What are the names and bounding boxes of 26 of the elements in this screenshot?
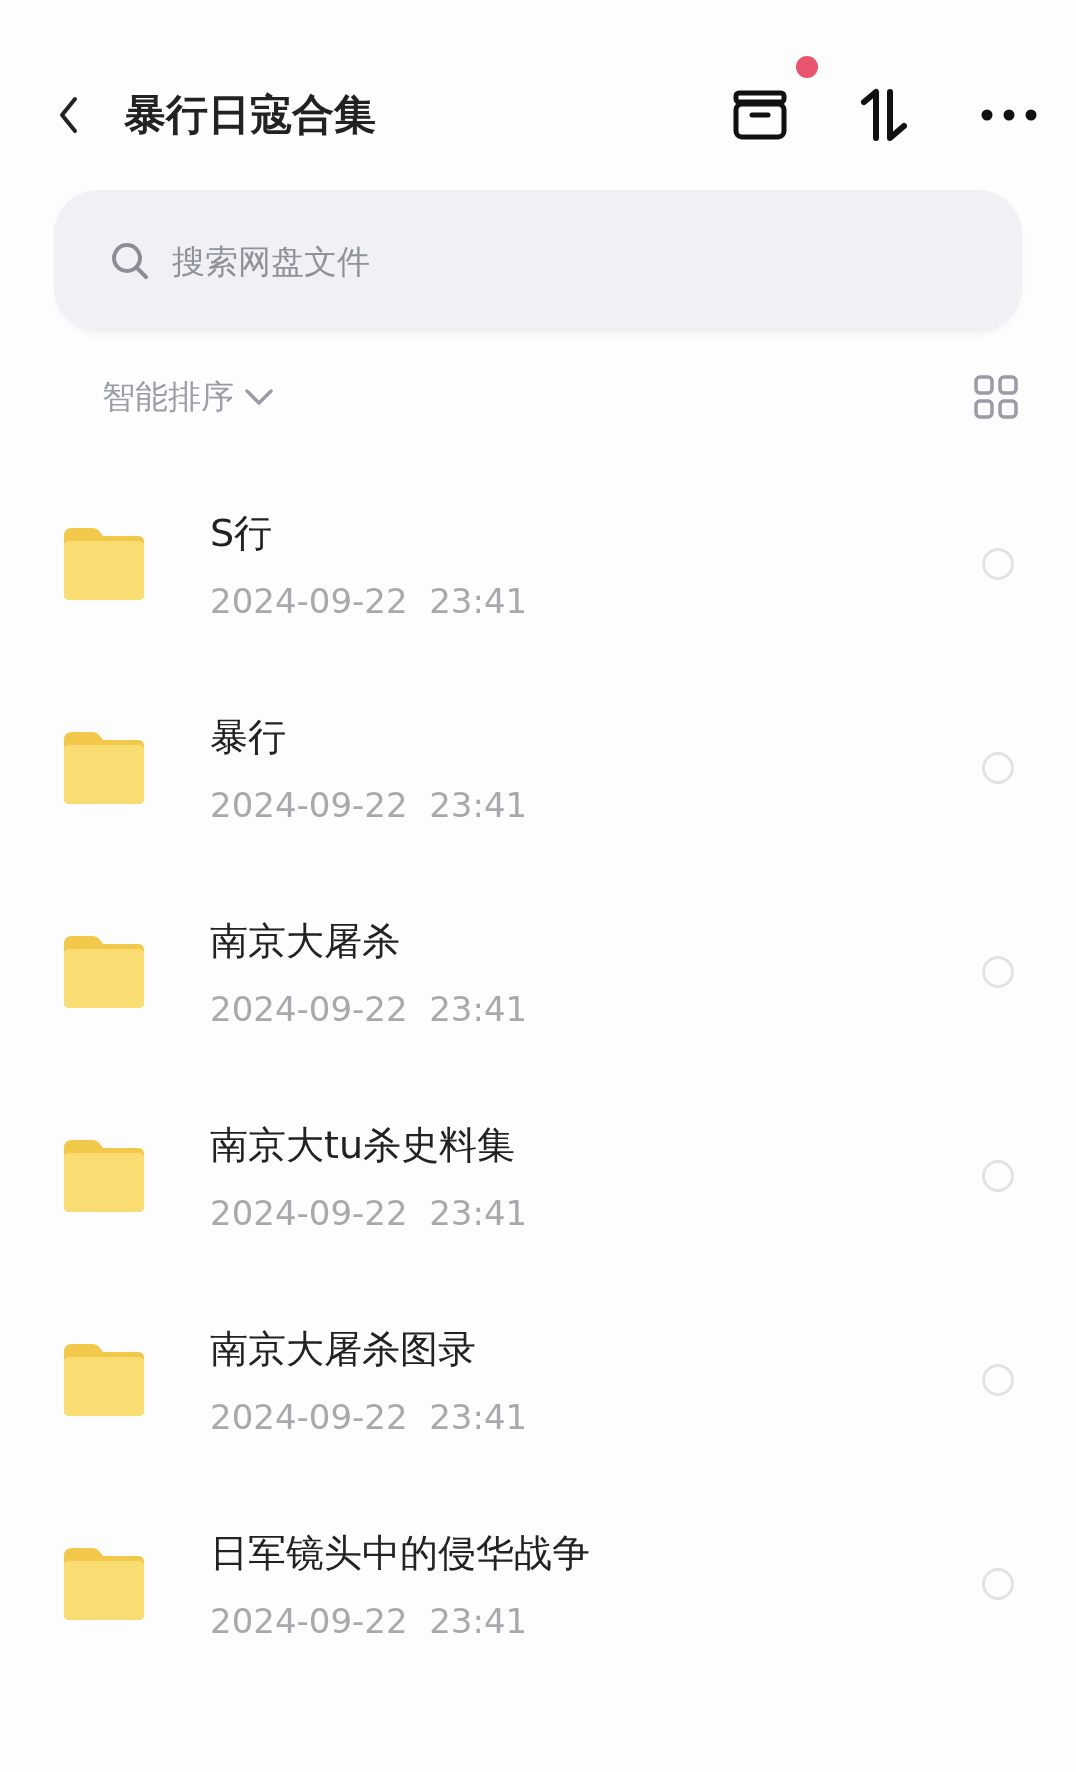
modified-date: 2024-09-22 23:41 — [210, 1192, 528, 1233]
search-field[interactable]: 搜索网盘文件 — [54, 190, 1022, 332]
modified-date: 2024-09-22 23:41 — [210, 580, 528, 621]
modified-date: 2024-09-22 23:41 — [210, 1396, 528, 1437]
select-checkbox[interactable] — [982, 1364, 1014, 1396]
modified-date: 2024-09-22 23:41 — [210, 988, 528, 1029]
folder-name[interactable]: 南京大tu杀史料集 — [210, 1119, 515, 1171]
chevron-icon — [244, 388, 274, 406]
sort-icon[interactable] — [858, 88, 910, 142]
select-checkbox[interactable] — [982, 752, 1014, 784]
grid-view-icon[interactable] — [974, 375, 1018, 419]
select-checkbox[interactable] — [982, 548, 1014, 580]
more-icon[interactable] — [980, 108, 1038, 122]
back-icon[interactable] — [58, 95, 80, 135]
select-checkbox[interactable] — [982, 1568, 1014, 1600]
modified-date: 2024-09-22 23:41 — [210, 1600, 528, 1641]
modified-date: 2024-09-22 23:41 — [210, 784, 528, 825]
select-checkbox[interactable] — [982, 956, 1014, 988]
folder-name[interactable]: S行 — [210, 507, 273, 559]
select-checkbox[interactable] — [982, 1160, 1014, 1192]
archive-icon[interactable] — [732, 90, 788, 140]
folder-name[interactable]: 日军镜头中的侵华战争 — [210, 1527, 590, 1579]
folder-name[interactable]: 南京大屠杀图录 — [210, 1323, 476, 1375]
page-title: 暴行日寇合集 — [124, 89, 377, 141]
folder-name[interactable]: 暴行 — [210, 711, 286, 763]
folder-name[interactable]: 南京大屠杀 — [210, 915, 400, 967]
